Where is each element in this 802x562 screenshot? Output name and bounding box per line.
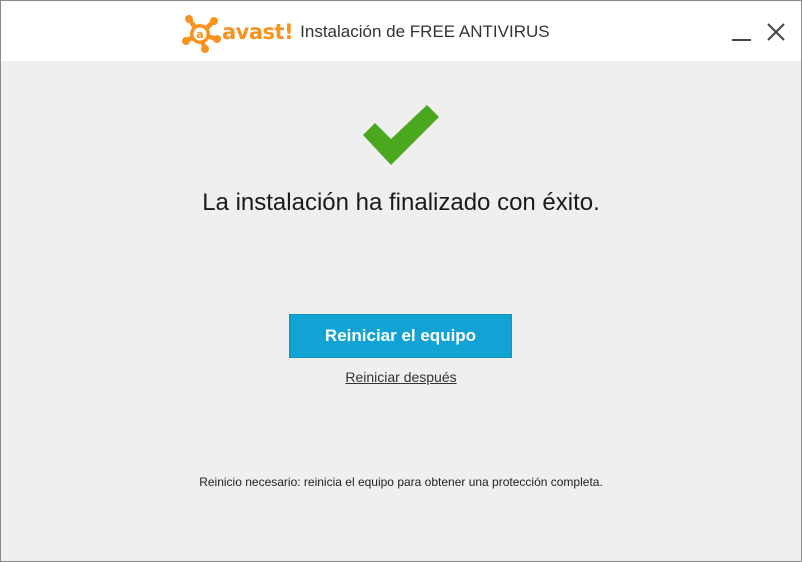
title-bar[interactable]: a avast! Instalación de FREE ANTIVIRUS bbox=[1, 1, 801, 61]
restart-later-wrapper: Reiniciar después bbox=[1, 369, 801, 385]
restart-required-note: Reinicio necesario: reinicia el equipo p… bbox=[199, 475, 603, 489]
success-headline: La instalación ha finalizado con éxito. bbox=[202, 189, 600, 216]
installer-window: a avast! Instalación de FREE ANTIVIRUS L… bbox=[0, 0, 802, 562]
restart-later-link[interactable]: Reiniciar después bbox=[345, 369, 456, 385]
avast-wordmark: avast! bbox=[222, 19, 294, 44]
restart-now-button[interactable]: Reiniciar el equipo bbox=[289, 314, 512, 358]
window-title: Instalación de FREE ANTIVIRUS bbox=[300, 21, 550, 41]
close-icon[interactable] bbox=[765, 21, 787, 43]
main-content: La instalación ha finalizado con éxito. … bbox=[1, 61, 801, 561]
minimize-icon[interactable] bbox=[729, 23, 753, 43]
avast-logo-icon: a bbox=[182, 15, 221, 53]
checkmark-icon bbox=[363, 105, 439, 165]
brand: a avast! Instalación de FREE ANTIVIRUS bbox=[181, 13, 550, 53]
svg-text:a: a bbox=[196, 28, 203, 41]
